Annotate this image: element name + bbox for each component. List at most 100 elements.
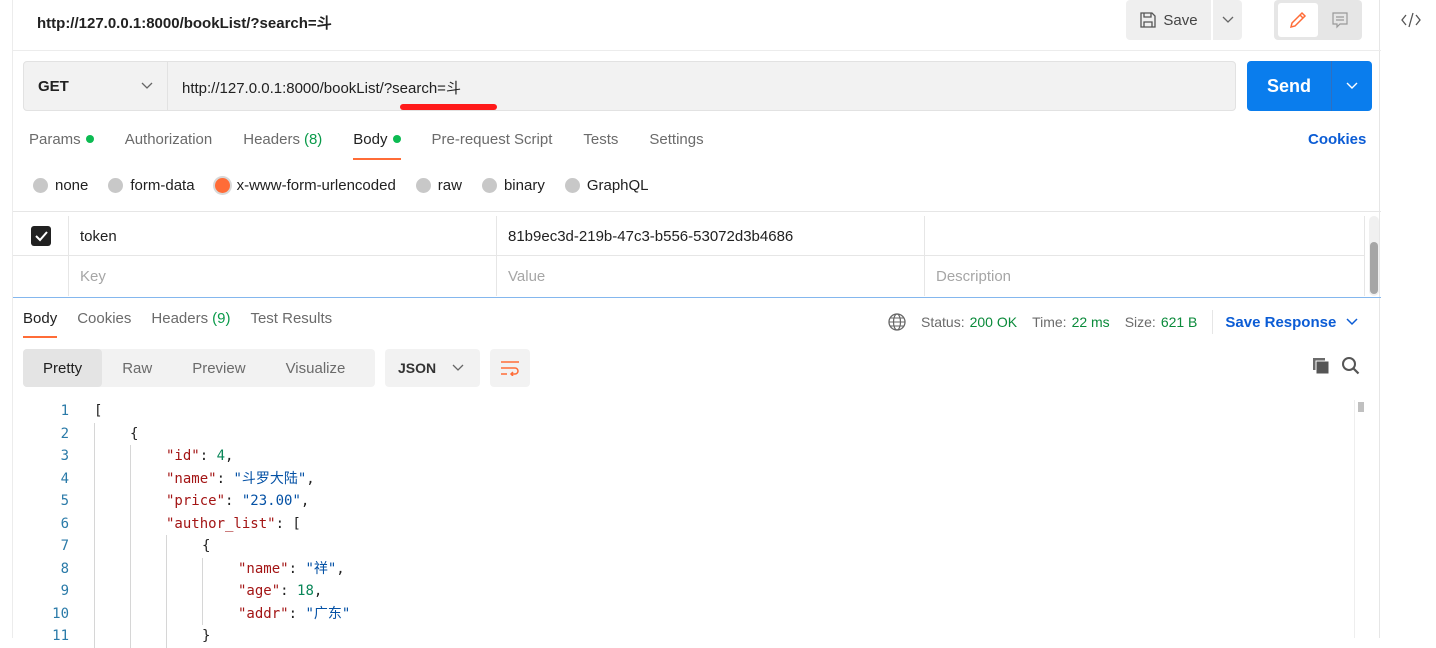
tab-settings[interactable]: Settings [649,131,703,160]
tab-label: Body [23,310,58,327]
tab-body[interactable]: Body [353,131,401,160]
radio-button[interactable] [564,178,580,193]
token: , [313,583,323,599]
tab-label: Settings [649,131,704,148]
comments-button[interactable] [1322,3,1358,37]
send-dropdown-button[interactable] [1331,61,1372,111]
radio-button[interactable] [108,178,124,193]
code-line: 10 "addr": "广东" [13,602,1353,625]
tab-label: Body [353,131,388,148]
cookies-link[interactable]: Cookies [1308,131,1366,148]
indent-guide [94,422,95,445]
save-dropdown-button[interactable] [1213,0,1242,40]
response-tab-headers[interactable]: Headers (9) [151,310,230,338]
tab-authorization[interactable]: Authorization [125,131,213,160]
save-button[interactable]: Save [1126,0,1211,40]
chevron-down-icon [1222,16,1233,23]
indent-guide [94,602,95,625]
code-line: 2{ [13,422,1353,445]
radio-x-www-form-urlencoded[interactable]: x-www-form-urlencoded [214,177,396,194]
indent-guide [94,490,95,513]
indent-guide [130,535,131,558]
view-raw[interactable]: Raw [102,349,172,387]
radio-raw[interactable]: raw [415,177,462,194]
line-number: 6 [60,515,69,532]
indent-guide [202,557,203,580]
radio-form-data[interactable]: form-data [108,177,195,194]
value-cell[interactable]: 81b9ec3d-219b-47c3-b556-53072d3b4686 [497,216,925,256]
code-icon[interactable] [1399,10,1423,30]
send-button[interactable]: Send [1247,61,1372,111]
radio-button[interactable] [33,178,48,193]
copy-icon[interactable] [1311,356,1331,376]
globe-icon[interactable] [887,312,907,332]
radio-label: x-www-form-urlencoded [236,177,396,194]
view-preview[interactable]: Preview [172,349,265,387]
save-label: Save [1163,11,1198,29]
radio-button[interactable] [481,178,497,193]
response-body-editor[interactable]: 1[2{3 "id": 4, 4 "name": "斗罗大陆", 5 "price": "… [13,400,1353,648]
method-select[interactable]: GET [24,62,168,110]
description-input[interactable]: Description [925,256,1365,296]
url-input[interactable]: http://127.0.0.1:8000/bookList/?search=斗 [182,77,461,98]
token: , [225,448,234,464]
view-mode-tabs: Pretty Raw Preview Visualize [23,349,375,387]
response-tab-test-results[interactable]: Test Results [250,310,332,338]
line-number: 10 [52,605,69,622]
description-cell[interactable] [925,216,1365,256]
search-icon[interactable] [1341,356,1361,376]
annotation-underline [400,104,497,110]
status-label: Status: [921,314,965,330]
request-tabs: Params Authorization Headers (8) Body Pre-req… [29,131,735,160]
radio-button[interactable] [415,178,431,193]
tab-params[interactable]: Params [29,131,94,160]
indent-guide [130,602,131,625]
line-number: 4 [60,470,69,487]
token: "age" [238,583,281,599]
radio-binary[interactable]: binary [481,177,545,194]
request-title: http://127.0.0.1:8000/bookList/?search=斗 [37,15,332,32]
time-value: 22 ms [1071,314,1110,330]
code-text: } [202,625,210,648]
indent-guide [130,557,131,580]
view-pretty[interactable]: Pretty [23,349,103,387]
tab-label: Test Results [250,310,333,327]
radio-button[interactable] [214,178,230,193]
key-cell[interactable]: token [69,216,497,256]
row-checkbox[interactable] [30,226,51,246]
token: : [225,493,242,509]
token: : [288,560,306,577]
indent-guide [130,625,131,648]
key-input[interactable]: Key [69,256,497,296]
pane-divider[interactable] [13,297,1381,298]
indent-guide [166,580,167,603]
code-line: 4 "name": "斗罗大陆", [13,467,1353,490]
table-row-new: Key Value Description [13,256,1365,296]
chevron-down-icon[interactable] [1346,318,1358,326]
indent-guide [166,602,167,625]
tab-label: Params [29,131,81,148]
tab-headers[interactable]: Headers (8) [243,131,322,160]
editor-scrollbar[interactable] [1354,400,1364,638]
indent-guide [202,602,203,625]
response-tab-body[interactable]: Body [23,310,58,338]
token: , [300,493,310,509]
wrap-lines-button[interactable] [490,349,530,387]
request-panel: http://127.0.0.1:8000/bookList/?search=斗… [12,0,1381,648]
radio-GraphQL[interactable]: GraphQL [564,177,649,194]
indent-guide [130,580,131,603]
tab-pre-request-script[interactable]: Pre-request Script [432,131,553,160]
save-response-button[interactable]: Save Response [1225,314,1336,331]
view-visualize[interactable]: Visualize [266,349,366,387]
params-scrollbar[interactable] [1369,216,1379,296]
radio-label: raw [437,177,462,194]
radio-none[interactable]: none [33,177,88,194]
format-select[interactable]: JSON [385,349,480,387]
value-input[interactable]: Value [497,256,925,296]
response-tab-cookies[interactable]: Cookies [77,310,131,338]
code-line: 6 "author_list": [ [13,512,1353,535]
edit-mode-button[interactable] [1278,3,1318,37]
tab-tests[interactable]: Tests [583,131,618,160]
tab-label: Pre-request Script [431,131,553,148]
code-text: [ [94,400,102,423]
